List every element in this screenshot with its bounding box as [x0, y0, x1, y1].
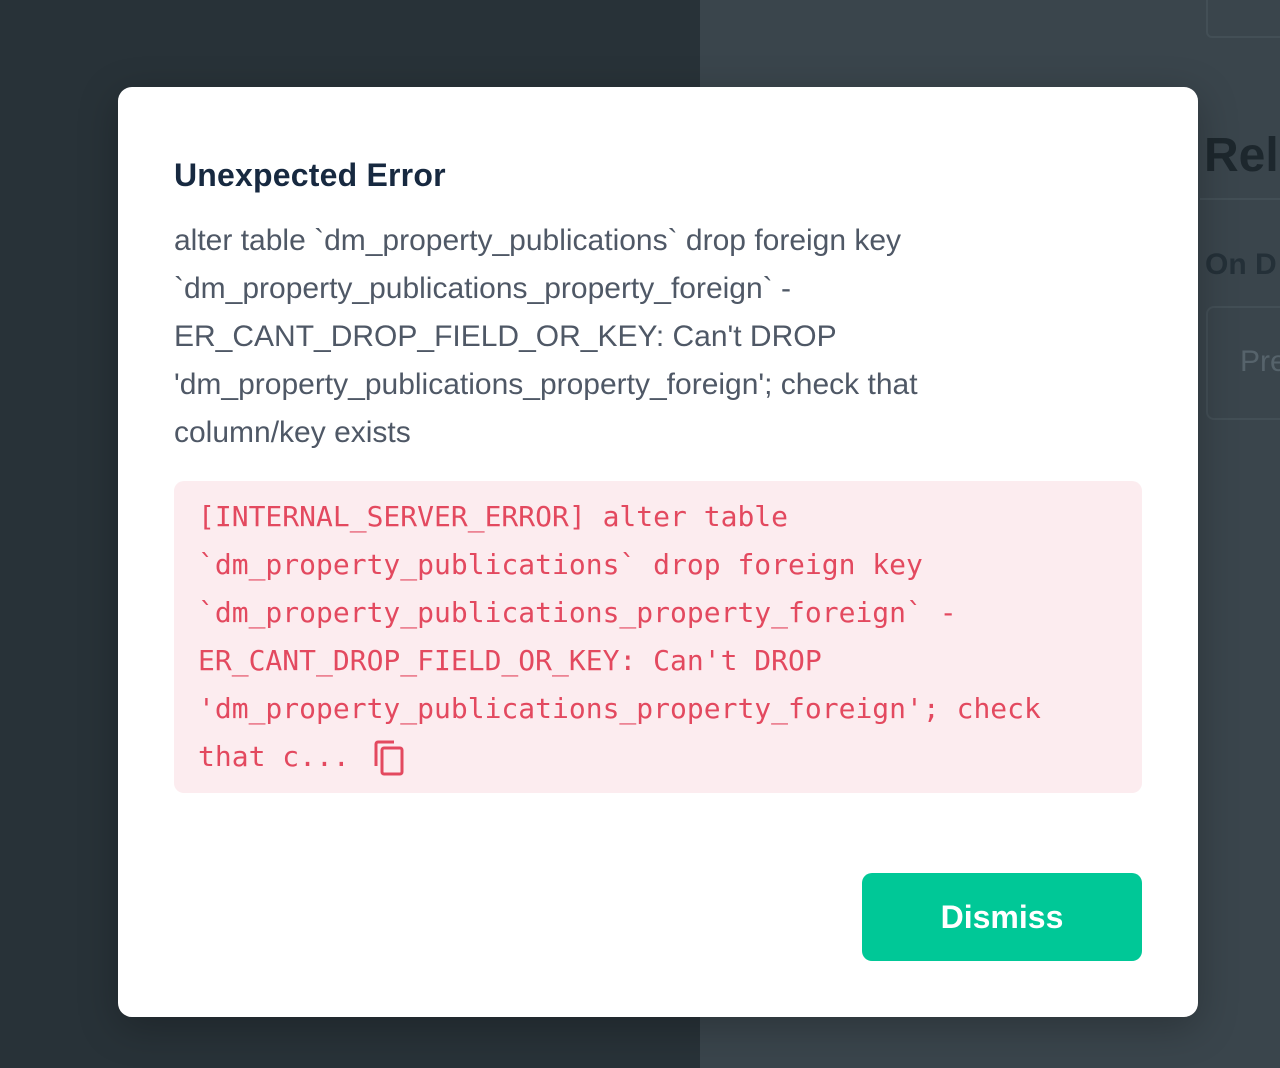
background-field-label: On D [1205, 248, 1277, 281]
copy-icon[interactable] [372, 740, 406, 776]
error-message: alter table `dm_property_publications` d… [174, 224, 918, 449]
error-details-box: [INTERNAL_SERVER_ERROR] alter table `dm_… [174, 481, 1142, 793]
dismiss-button[interactable]: Dismiss [862, 873, 1142, 961]
dialog-title: Unexpected Error [174, 157, 446, 193]
background-top-field [1206, 0, 1280, 38]
error-dialog: Unexpected Error alter table `dm_propert… [118, 87, 1198, 1017]
error-details-text: [INTERNAL_SERVER_ERROR] alter table `dm_… [198, 500, 1041, 773]
background-heading: Rela [1204, 129, 1280, 182]
background-input-placeholder: Pre [1240, 345, 1280, 378]
background-divider [1200, 198, 1280, 200]
